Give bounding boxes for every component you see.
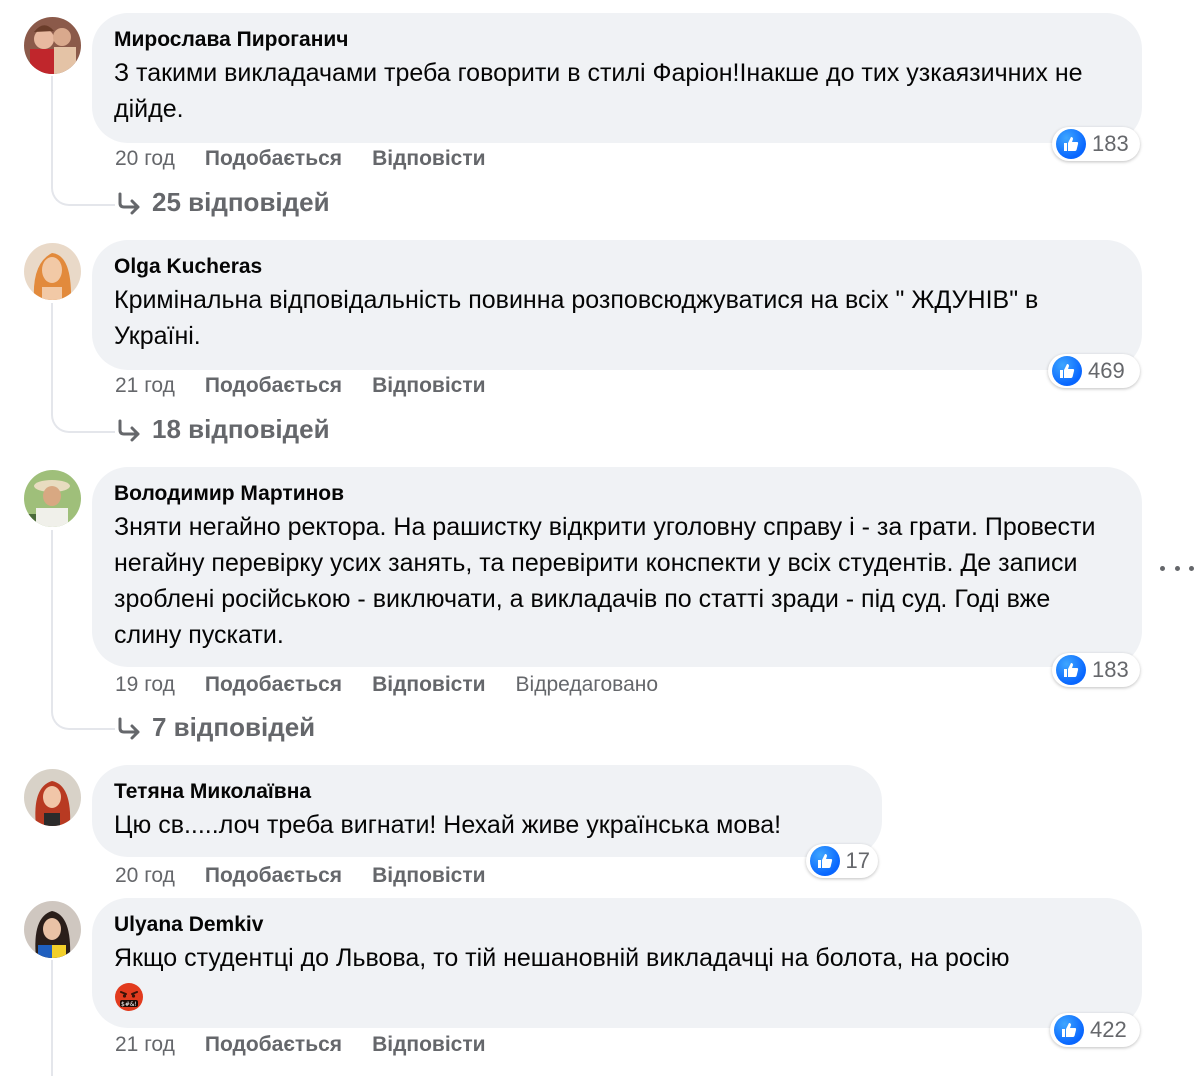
avatar[interactable] [24, 470, 81, 527]
comment-author[interactable]: Ulyana Demkiv [114, 912, 1120, 938]
like-button[interactable]: Подобається [205, 1033, 342, 1057]
like-button[interactable]: Подобається [205, 374, 342, 398]
avatar[interactable] [24, 769, 81, 826]
comment-actions: 19 год Подобається Відповісти Відредагов… [115, 671, 658, 699]
avatar[interactable] [24, 243, 81, 300]
more-options-button[interactable] [1160, 558, 1194, 578]
reaction-count[interactable]: 469 [1048, 354, 1140, 388]
comment-bubble: Ulyana Demkiv Якщо студентці до Львова, … [92, 898, 1142, 1028]
comment-actions: 21 год Подобається Відповісти [115, 372, 516, 400]
comment-text: Цю св.....лоч треба вигнати! Нехай живе … [114, 811, 782, 839]
comment-actions: 20 год Подобається Відповісти [115, 862, 516, 890]
comment-timestamp[interactable]: 20 год [115, 147, 175, 171]
comment-timestamp[interactable]: 21 год [115, 1033, 175, 1057]
reaction-count-value: 183 [1092, 131, 1129, 156]
like-icon [1056, 129, 1086, 159]
reaction-count-value: 422 [1090, 1017, 1127, 1042]
reaction-count[interactable]: 422 [1050, 1013, 1140, 1047]
reply-button[interactable]: Відповісти [372, 374, 485, 398]
reply-arrow-icon [116, 418, 142, 442]
comment-text: Якщо студентці до Львова, то тій нешанов… [114, 940, 1120, 1012]
reaction-count[interactable]: 183 [1052, 127, 1140, 161]
like-icon [1054, 1015, 1084, 1045]
like-icon [1052, 356, 1082, 386]
reply-arrow-icon [116, 716, 142, 740]
more-dot-icon [1160, 565, 1165, 571]
reaction-count[interactable]: 17 [806, 844, 878, 878]
comment-bubble: Тетяна Миколаївна Цю св.....лоч треба ви… [92, 765, 882, 857]
comment-bubble: Мирослава Пироганич З такими викладачами… [92, 13, 1142, 143]
reaction-count-value: 17 [845, 848, 870, 873]
reaction-count-value: 469 [1088, 358, 1125, 383]
svg-text:$#&!: $#&! [121, 1001, 137, 1008]
reply-button[interactable]: Відповісти [372, 673, 485, 697]
view-replies-button[interactable]: 25 відповідей [116, 187, 330, 218]
reaction-count-value: 183 [1092, 657, 1129, 682]
comment-timestamp[interactable]: 19 год [115, 673, 175, 697]
comment-bubble: Olga Kucheras Кримінальна відповідальніс… [92, 240, 1142, 370]
comment-text: Зняти негайно ректора. На рашистку відкр… [114, 513, 1096, 649]
comment-author[interactable]: Тетяна Миколаївна [114, 779, 860, 805]
comment-timestamp[interactable]: 20 год [115, 864, 175, 888]
like-icon [810, 846, 840, 876]
comment-actions: 20 год Подобається Відповісти [115, 145, 516, 173]
reply-button[interactable]: Відповісти [372, 147, 485, 171]
view-replies-button[interactable]: 7 відповідей [116, 712, 315, 743]
avatar[interactable] [24, 17, 81, 74]
more-dot-icon [1189, 565, 1194, 571]
comment-author[interactable]: Володимир Мартинов [114, 481, 1120, 507]
comment-author[interactable]: Olga Kucheras [114, 254, 1120, 280]
reply-arrow-icon [116, 191, 142, 215]
comment-text-content: Якщо студентці до Львова, то тій нешанов… [114, 944, 1010, 972]
reply-button[interactable]: Відповісти [372, 864, 485, 888]
reply-button[interactable]: Відповісти [372, 1033, 485, 1057]
like-button[interactable]: Подобається [205, 673, 342, 697]
like-icon [1056, 655, 1086, 685]
reaction-count[interactable]: 183 [1052, 653, 1140, 687]
face-with-symbols-on-mouth-icon: $#&! [115, 983, 143, 1012]
view-replies-button[interactable]: 18 відповідей [116, 414, 330, 445]
edited-label: Відредаговано [515, 673, 659, 696]
comment-bubble: Володимир Мартинов Зняти негайно ректора… [92, 467, 1142, 667]
thread-connector [51, 960, 53, 1076]
replies-count: 25 відповідей [152, 187, 330, 217]
replies-count: 18 відповідей [152, 414, 330, 444]
replies-count: 7 відповідей [152, 712, 316, 742]
comment-actions: 21 год Подобається Відповісти [115, 1031, 516, 1059]
comment-author[interactable]: Мирослава Пироганич [114, 27, 1120, 53]
comment-text: З такими викладачами треба говорити в ст… [114, 59, 1083, 123]
avatar[interactable] [24, 901, 81, 958]
comment-text: Кримінальна відповідальність повинна роз… [114, 286, 1039, 350]
like-button[interactable]: Подобається [205, 864, 342, 888]
more-dot-icon [1174, 565, 1180, 571]
like-button[interactable]: Подобається [205, 147, 342, 171]
comment-timestamp[interactable]: 21 год [115, 374, 175, 398]
